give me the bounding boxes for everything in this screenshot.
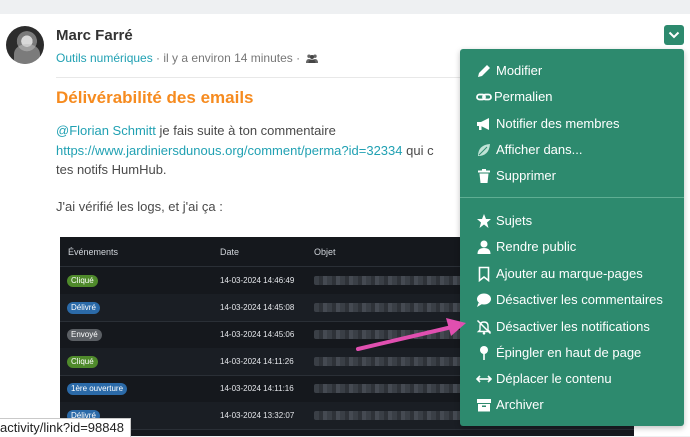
menu-item-archive[interactable]: Archiver xyxy=(460,393,684,417)
event-date: 14-03-2024 14:11:26 xyxy=(220,357,294,366)
menu-item-label: Permalien xyxy=(494,89,553,104)
menu-item-pin[interactable]: Épingler en haut de page xyxy=(460,341,684,365)
pin-icon xyxy=(480,346,488,360)
post-text-2: qui c xyxy=(402,143,434,158)
menu-item-label: Afficher dans... xyxy=(496,142,583,157)
post-line-1: @Florian Schmitt je fais suite à ton com… xyxy=(56,121,336,140)
menu-item-label: Supprimer xyxy=(496,168,556,183)
space-link[interactable]: Outils numériques xyxy=(56,51,153,65)
bullhorn-icon xyxy=(477,118,489,130)
blurred-subject xyxy=(314,303,464,312)
post-context-menu: Modifier Permalien Notifier des membres … xyxy=(460,49,684,426)
post-line-3: tes notifs HumHub. xyxy=(56,162,167,177)
bookmark-icon xyxy=(478,266,490,282)
event-badge: Délivré xyxy=(67,302,100,314)
menu-item-permalink[interactable]: Permalien xyxy=(460,85,684,109)
blurred-subject xyxy=(314,384,464,393)
menu-item-move-content[interactable]: Déplacer le contenu xyxy=(460,367,684,391)
meta-separator: · xyxy=(152,51,164,65)
link-icon xyxy=(476,93,492,101)
mention-link[interactable]: @Florian Schmitt xyxy=(56,123,156,138)
menu-item-delete[interactable]: Supprimer xyxy=(460,164,684,188)
menu-item-label: Désactiver les commentaires xyxy=(496,292,663,307)
post-menu-toggle[interactable] xyxy=(664,25,684,45)
menu-item-disable-notifications[interactable]: Désactiver les notifications xyxy=(460,315,684,339)
blurred-subject xyxy=(314,276,464,285)
header-divider xyxy=(56,77,460,78)
menu-item-label: Ajouter au marque-pages xyxy=(496,266,643,281)
column-header-events: Événements xyxy=(68,247,119,257)
menu-item-label: Modifier xyxy=(496,63,543,78)
menu-item-edit[interactable]: Modifier xyxy=(460,59,684,83)
trash-icon xyxy=(478,169,490,183)
status-bar-url: activity/link?id=98848 xyxy=(0,418,131,437)
comment-link[interactable]: https://www.jardiniersdunous.org/comment… xyxy=(56,143,403,158)
user-icon xyxy=(477,240,491,254)
menu-item-label: Désactiver les notifications xyxy=(496,319,650,334)
avatar[interactable] xyxy=(6,26,44,64)
bell-slash-icon xyxy=(476,319,492,335)
author-name[interactable]: Marc Farré xyxy=(56,27,133,44)
people-icon xyxy=(306,54,319,63)
event-badge: Cliqué xyxy=(67,275,98,287)
blurred-subject xyxy=(314,357,464,366)
event-badge: 1ère ouverture xyxy=(67,383,128,395)
menu-item-display-in[interactable]: Afficher dans... xyxy=(460,138,684,162)
column-header-subject: Objet xyxy=(314,247,336,257)
menu-divider xyxy=(460,197,684,198)
column-header-date: Date xyxy=(220,247,240,257)
menu-item-label: Rendre public xyxy=(496,239,577,254)
pencil-icon xyxy=(478,65,490,77)
menu-item-bookmark[interactable]: Ajouter au marque-pages xyxy=(460,262,684,286)
blurred-subject xyxy=(314,330,464,339)
menu-item-label: Déplacer le contenu xyxy=(496,371,612,386)
event-date: 14-03-2024 14:45:08 xyxy=(220,303,295,312)
menu-item-label: Épingler en haut de page xyxy=(496,345,642,360)
menu-item-label: Notifier des membres xyxy=(496,116,620,131)
archive-icon xyxy=(477,399,491,412)
blurred-subject xyxy=(314,411,464,420)
post-title: Délivérabilité des emails xyxy=(56,88,254,107)
star-icon xyxy=(477,214,491,228)
event-date: 14-03-2024 14:46:49 xyxy=(220,276,295,285)
post-line-2: https://www.jardiniersdunous.org/comment… xyxy=(56,141,434,160)
menu-item-topics[interactable]: Sujets xyxy=(460,209,684,233)
post-meta: Outils numériques · il y a environ 14 mi… xyxy=(56,51,319,65)
event-date: 14-03-2024 14:45:06 xyxy=(220,330,295,339)
menu-item-label: Sujets xyxy=(496,213,533,228)
event-date: 14-03-2024 14:11:16 xyxy=(220,384,294,393)
leaf-icon xyxy=(478,144,490,156)
menu-item-notify-members[interactable]: Notifier des membres xyxy=(460,112,684,136)
post-time[interactable]: il y a environ 14 minutes xyxy=(163,51,292,65)
post-text-1: je fais suite à ton commentaire xyxy=(155,123,336,138)
meta-separator-2: · xyxy=(292,51,304,65)
event-date: 14-03-2024 13:32:07 xyxy=(220,411,295,420)
chevron-down-icon xyxy=(668,31,680,39)
menu-item-disable-comments[interactable]: Désactiver les commentaires xyxy=(460,288,684,312)
event-badge: Cliqué xyxy=(67,356,98,368)
menu-item-label: Archiver xyxy=(496,397,544,412)
event-badge: Envoyé xyxy=(67,329,102,341)
move-icon xyxy=(476,375,492,383)
comment-icon xyxy=(477,293,491,307)
menu-item-make-public[interactable]: Rendre public xyxy=(460,235,684,259)
post-line-4: J'ai vérifié les logs, et j'ai ça : xyxy=(56,199,223,214)
